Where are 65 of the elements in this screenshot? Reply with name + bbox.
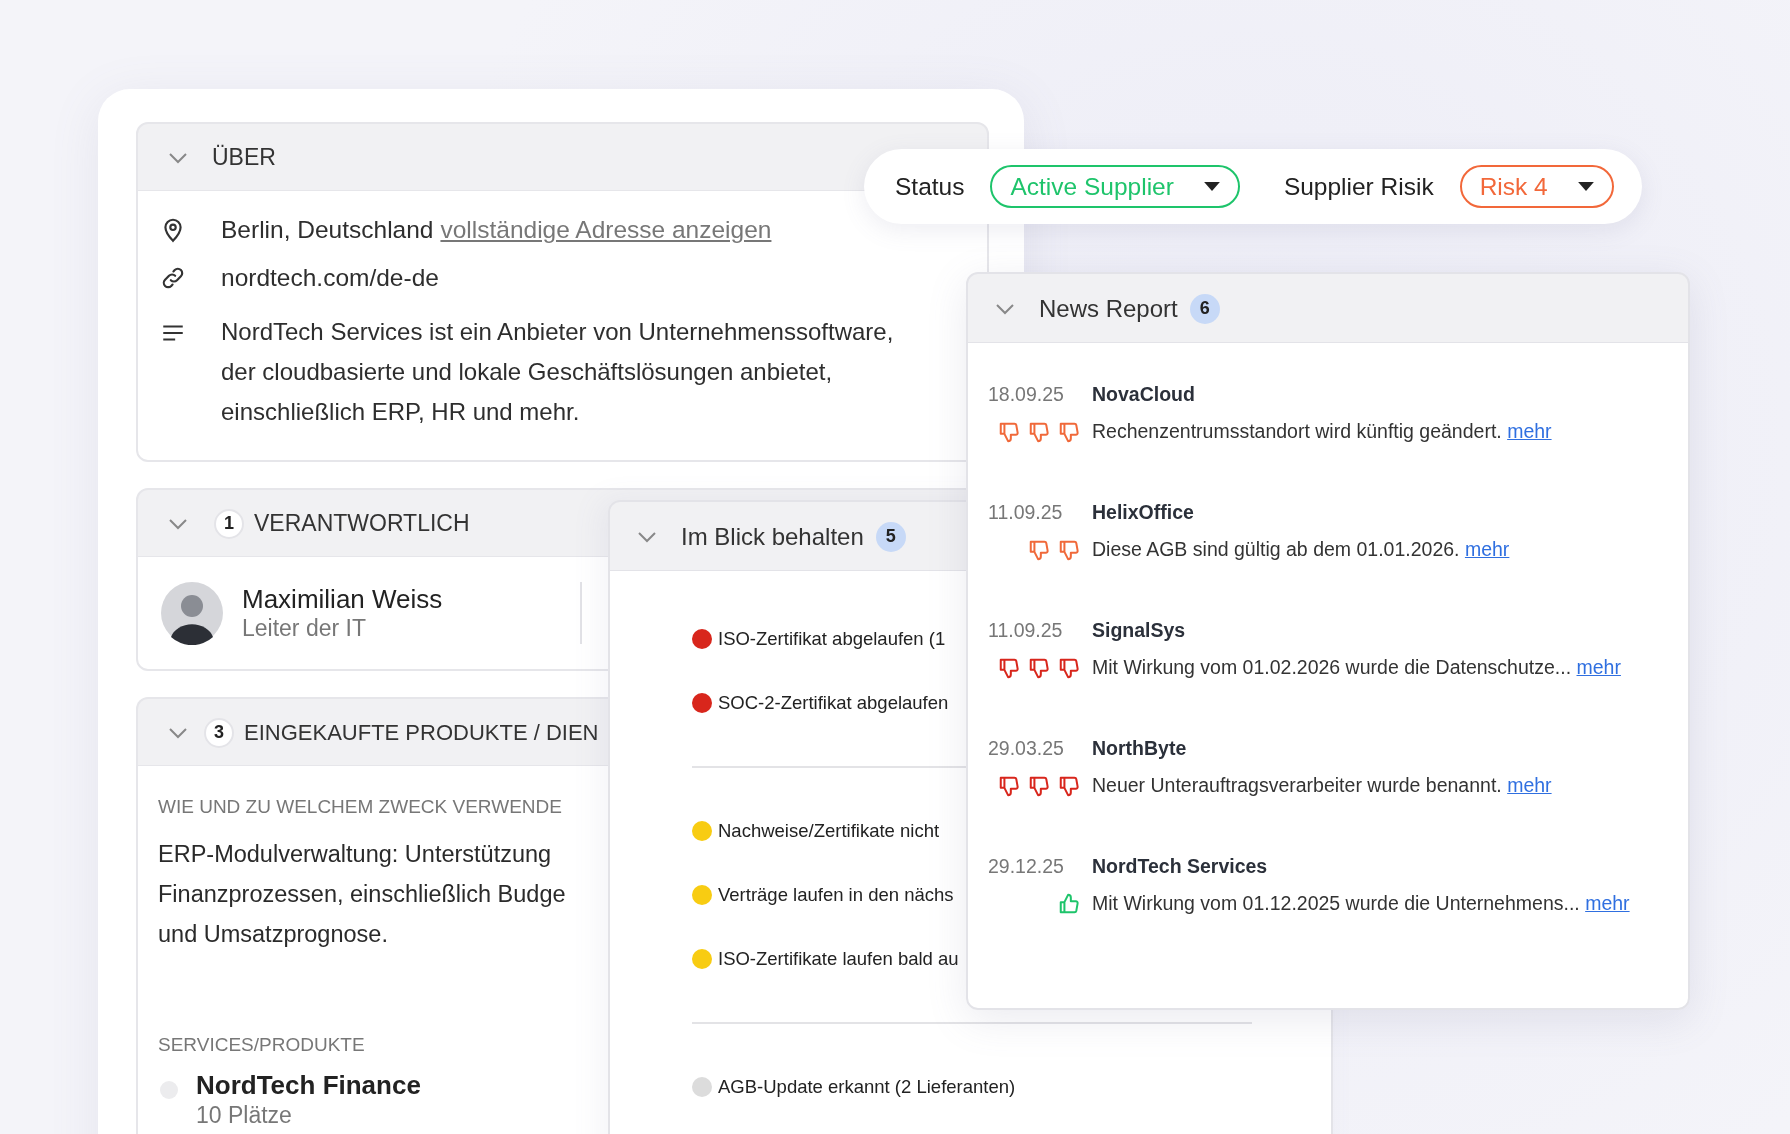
news-text: Diese AGB sind gültig ab dem 01.01.2026. mehr — [1092, 538, 1511, 561]
panel-title: News Report — [1039, 294, 1178, 323]
more-link[interactable]: mehr — [1507, 774, 1552, 796]
chevron-icon — [168, 151, 188, 164]
usage-text: ERP-Modulverwaltung: Unterstützung — [158, 840, 552, 869]
count-badge: 5 — [875, 521, 906, 552]
news-date: 18.09.25 — [988, 383, 1065, 406]
company-name: NorthByte — [1092, 737, 1188, 760]
section-title: EINGEKAUFTE PRODUKTE / DIEN — [244, 719, 599, 746]
news-text: Mit Wirkung vom 01.02.2026 wurde die Datenschutze... mehr — [1092, 656, 1622, 679]
company-name: SignalSys — [1092, 619, 1187, 642]
panel-header[interactable]: Im Blick behalten 5 — [610, 502, 906, 571]
link-icon — [160, 265, 186, 291]
section-title: VERANTWORTLICH — [254, 510, 470, 537]
section-header[interactable]: 1 VERANTWORTLICH — [138, 490, 470, 557]
more-link[interactable]: mehr — [1507, 420, 1552, 442]
caret-icon — [1577, 182, 1594, 191]
website-text: nordtech.com/de-de — [221, 264, 439, 292]
count-badge: 6 — [1189, 293, 1220, 324]
alert-text: Verträge laufen in den nächs — [718, 884, 954, 906]
location-text: Berlin, Deutschland — [221, 216, 434, 244]
status-dropdown[interactable]: Risk 4 — [1459, 165, 1614, 208]
alert-text: SOC-2-Zertifikat abgelaufen — [718, 692, 949, 714]
news-text: Rechenzentrumsstandort wird künftig geändert. mehr — [1092, 420, 1553, 443]
usage-text: Finanzprozessen, einschließlich Budge — [158, 880, 566, 909]
chevron-icon — [168, 726, 188, 739]
description-text: NordTech Services ist ein Anbieter von Unternehmenssoftware, der cloudbasierte und lokale Geschäftslösungen anbietet, einschließlich ERP, HR und mehr. — [221, 317, 895, 427]
panel-header[interactable]: News Report 6 — [968, 274, 1220, 343]
more-link[interactable]: mehr — [1464, 538, 1510, 560]
alert-text: AGB-Update erkannt (2 Lieferanten) — [718, 1076, 1016, 1098]
usage-label: WIE UND ZU WELCHEM ZWECK VERWENDE — [158, 796, 562, 818]
chevron-icon — [637, 530, 657, 543]
alert-text: ISO-Zertifikat abgelaufen (1 — [718, 628, 946, 650]
section-header[interactable]: 3 EINGEKAUFTE PRODUKTE / DIEN — [138, 699, 599, 766]
news-text: Neuer Unterauftragsverarbeiter wurde benannt. mehr — [1092, 774, 1553, 797]
caret-icon — [1203, 182, 1220, 191]
news-date: 29.03.25 — [988, 737, 1065, 760]
alert-text: Nachweise/Zertifikate nicht — [718, 820, 940, 842]
more-link[interactable]: mehr — [1576, 656, 1621, 678]
section-header[interactable]: ÜBER — [138, 124, 276, 191]
person-role: Leiter der IT — [242, 615, 367, 642]
usage-text: und Umsatzprognose. — [158, 920, 388, 949]
chevron-icon — [995, 302, 1015, 315]
avatar — [160, 581, 224, 645]
chevron-icon — [168, 517, 188, 530]
alert-text: ISO-Zertifikate laufen bald au — [718, 948, 959, 970]
address-link[interactable]: vollständige Adresse anzeigen — [440, 216, 772, 244]
news-date: 11.09.25 — [988, 619, 1064, 642]
service-detail: 10 Plätze — [196, 1101, 293, 1129]
more-link[interactable]: mehr — [1585, 892, 1630, 914]
news-date: 11.09.25 — [988, 501, 1064, 524]
services-label: SERVICES/PRODUKTE — [158, 1034, 365, 1056]
company-name: NordTech Services — [1092, 855, 1269, 878]
select-label: Status — [895, 172, 965, 201]
section-title: ÜBER — [212, 144, 276, 171]
count-badge: 3 — [204, 717, 234, 748]
service-name: NordTech Finance — [196, 1070, 421, 1101]
person-name: Maximilian Weiss — [242, 584, 444, 615]
count-badge: 1 — [214, 508, 244, 539]
company-name: NovaCloud — [1092, 383, 1196, 406]
news-text: Mit Wirkung vom 01.12.2025 wurde die Unternehmens... mehr — [1092, 892, 1631, 915]
panel-title: Im Blick behalten — [681, 522, 864, 551]
select-label: Supplier Risik — [1283, 172, 1434, 201]
company-name: HelixOffice — [1092, 501, 1195, 524]
news-date: 29.12.25 — [988, 855, 1065, 878]
